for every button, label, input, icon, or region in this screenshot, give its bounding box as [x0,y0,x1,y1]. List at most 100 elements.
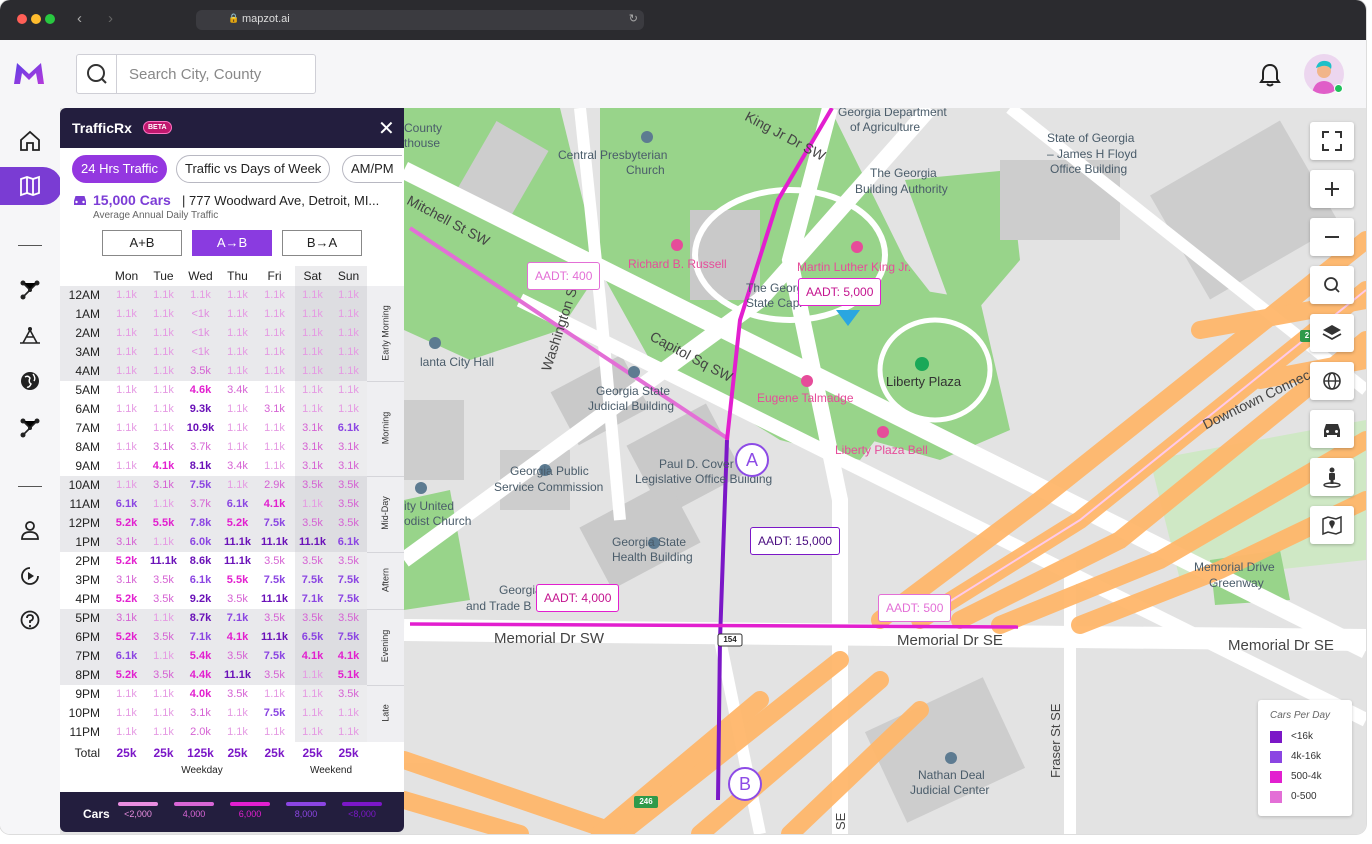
traffic-cell[interactable]: 7.1k [182,628,219,647]
traffic-cell[interactable]: 1.1k [108,362,145,381]
traffic-cell[interactable]: 1.1k [219,362,256,381]
traffic-cell[interactable]: 6.0k [182,533,219,552]
traffic-cell[interactable]: 1.1k [182,286,219,305]
play-icon[interactable] [18,564,42,588]
mapzot-logo[interactable] [12,60,46,91]
traffic-cell[interactable]: 3.1k [330,438,367,457]
traffic-cell[interactable]: 5.1k [330,666,367,685]
traffic-cell[interactable]: 3.7k [182,438,219,457]
traffic-cell[interactable]: 3.5k [219,647,256,666]
traffic-cell[interactable]: 1.1k [256,305,293,324]
traffic-cell[interactable]: 3.1k [294,457,331,476]
traffic-cell[interactable]: 3.4k [219,381,256,400]
traffic-cell[interactable]: 1.1k [108,381,145,400]
traffic-cell[interactable]: 1.1k [145,704,182,723]
traffic-cell[interactable]: 1.1k [145,286,182,305]
fullscreen-button[interactable] [1310,122,1354,160]
traffic-cell[interactable]: 8.1k [182,457,219,476]
traffic-cell[interactable]: 7.1k [294,590,331,609]
traffic-cell[interactable]: 1.1k [219,324,256,343]
traffic-cell[interactable]: 1.1k [108,438,145,457]
traffic-cell[interactable]: 1.1k [219,438,256,457]
traffic-cell[interactable]: 7.5k [294,571,331,590]
traffic-cell[interactable]: 3.1k [256,400,293,419]
direction-b-to-a-button[interactable]: B→A [282,230,362,256]
traffic-cell[interactable]: 3.5k [256,609,293,628]
traffic-cell[interactable]: 1.1k [294,286,331,305]
traffic-cell[interactable]: 8.7k [182,609,219,628]
traffic-cell[interactable]: 1.1k [108,305,145,324]
traffic-cell[interactable]: 1.1k [294,400,331,419]
traffic-cell[interactable]: 1.1k [294,362,331,381]
map-search-button[interactable] [1310,266,1354,304]
traffic-cell[interactable]: 1.1k [256,723,293,742]
traffic-cell[interactable]: 1.1k [219,400,256,419]
traffic-cell[interactable]: 6.1k [219,495,256,514]
traffic-cell[interactable]: 5.2k [108,628,145,647]
traffic-cell[interactable]: 4.0k [182,685,219,704]
tower-icon[interactable] [18,324,42,348]
traffic-cell[interactable]: 1.1k [219,476,256,495]
traffic-cell[interactable]: 1.1k [294,343,331,362]
traffic-cell[interactable]: 1.1k [256,381,293,400]
traffic-cell[interactable]: 4.1k [145,457,182,476]
traffic-cell[interactable]: 3.5k [219,685,256,704]
tab-traffic-vs-days[interactable]: Traffic vs Days of Week [176,155,331,183]
traffic-cell[interactable]: 7.1k [219,609,256,628]
map-pin-button[interactable] [1310,506,1354,544]
traffic-cell[interactable]: 1.1k [256,457,293,476]
traffic-cell[interactable]: 1.1k [145,324,182,343]
traffic-cell[interactable]: 1.1k [294,723,331,742]
traffic-cell[interactable]: 1.1k [294,495,331,514]
traffic-cell[interactable]: 1.1k [145,647,182,666]
traffic-cell[interactable]: 3.5k [145,666,182,685]
back-arrow-icon[interactable]: ‹ [77,10,82,27]
traffic-cell[interactable]: <1k [182,343,219,362]
traffic-cell[interactable]: 8.6k [182,552,219,571]
traffic-cell[interactable]: 5.2k [108,666,145,685]
traffic-cell[interactable]: 4.6k [182,381,219,400]
traffic-cell[interactable]: 1.1k [256,419,293,438]
traffic-cell[interactable]: 3.1k [145,438,182,457]
traffic-cell[interactable]: 1.1k [108,685,145,704]
globe-icon[interactable] [18,369,42,393]
traffic-cell[interactable]: 3.5k [330,495,367,514]
traffic-cell[interactable]: 1.1k [294,704,331,723]
traffic-cell[interactable]: 1.1k [145,343,182,362]
traffic-cell[interactable]: 1.1k [256,324,293,343]
network-icon[interactable] [18,278,42,302]
traffic-cell[interactable]: 7.8k [182,514,219,533]
traffic-cell[interactable]: 11.1k [256,628,293,647]
map-icon[interactable] [18,174,42,198]
traffic-cell[interactable]: 3.5k [330,609,367,628]
traffic-cell[interactable]: 1.1k [145,609,182,628]
traffic-cell[interactable]: 1.1k [108,286,145,305]
traffic-cell[interactable]: 11.1k [219,666,256,685]
traffic-cell[interactable]: 1.1k [330,381,367,400]
traffic-cell[interactable]: 1.1k [256,438,293,457]
traffic-cell[interactable]: 4.1k [330,647,367,666]
traffic-cell[interactable]: 3.1k [108,533,145,552]
traffic-cell[interactable]: 3.5k [330,685,367,704]
traffic-cell[interactable]: 4.1k [219,628,256,647]
traffic-cell[interactable]: 1.1k [330,305,367,324]
traffic-cell[interactable]: 7.5k [256,704,293,723]
traffic-cell[interactable]: 5.2k [108,552,145,571]
traffic-cell[interactable]: 1.1k [294,381,331,400]
traffic-cell[interactable]: 1.1k [219,343,256,362]
search-box[interactable]: Search City, County [76,54,316,94]
globe-button[interactable] [1310,362,1354,400]
aadt-label[interactable]: AADT: 4,000 [536,584,620,612]
traffic-cell[interactable]: 3.1k [108,609,145,628]
search-icon[interactable] [77,55,117,93]
traffic-cell[interactable]: 1.1k [108,723,145,742]
zoom-in-button[interactable] [1310,170,1354,208]
traffic-cell[interactable]: 11.1k [294,533,331,552]
traffic-cell[interactable]: 3.5k [256,552,293,571]
layers-button[interactable] [1310,314,1354,352]
traffic-cell[interactable]: 3.5k [182,362,219,381]
traffic-cell[interactable]: 1.1k [145,495,182,514]
aadt-label[interactable]: AADT: 5,000 [798,278,882,306]
traffic-cell[interactable]: 1.1k [219,704,256,723]
user-icon[interactable] [18,518,42,542]
